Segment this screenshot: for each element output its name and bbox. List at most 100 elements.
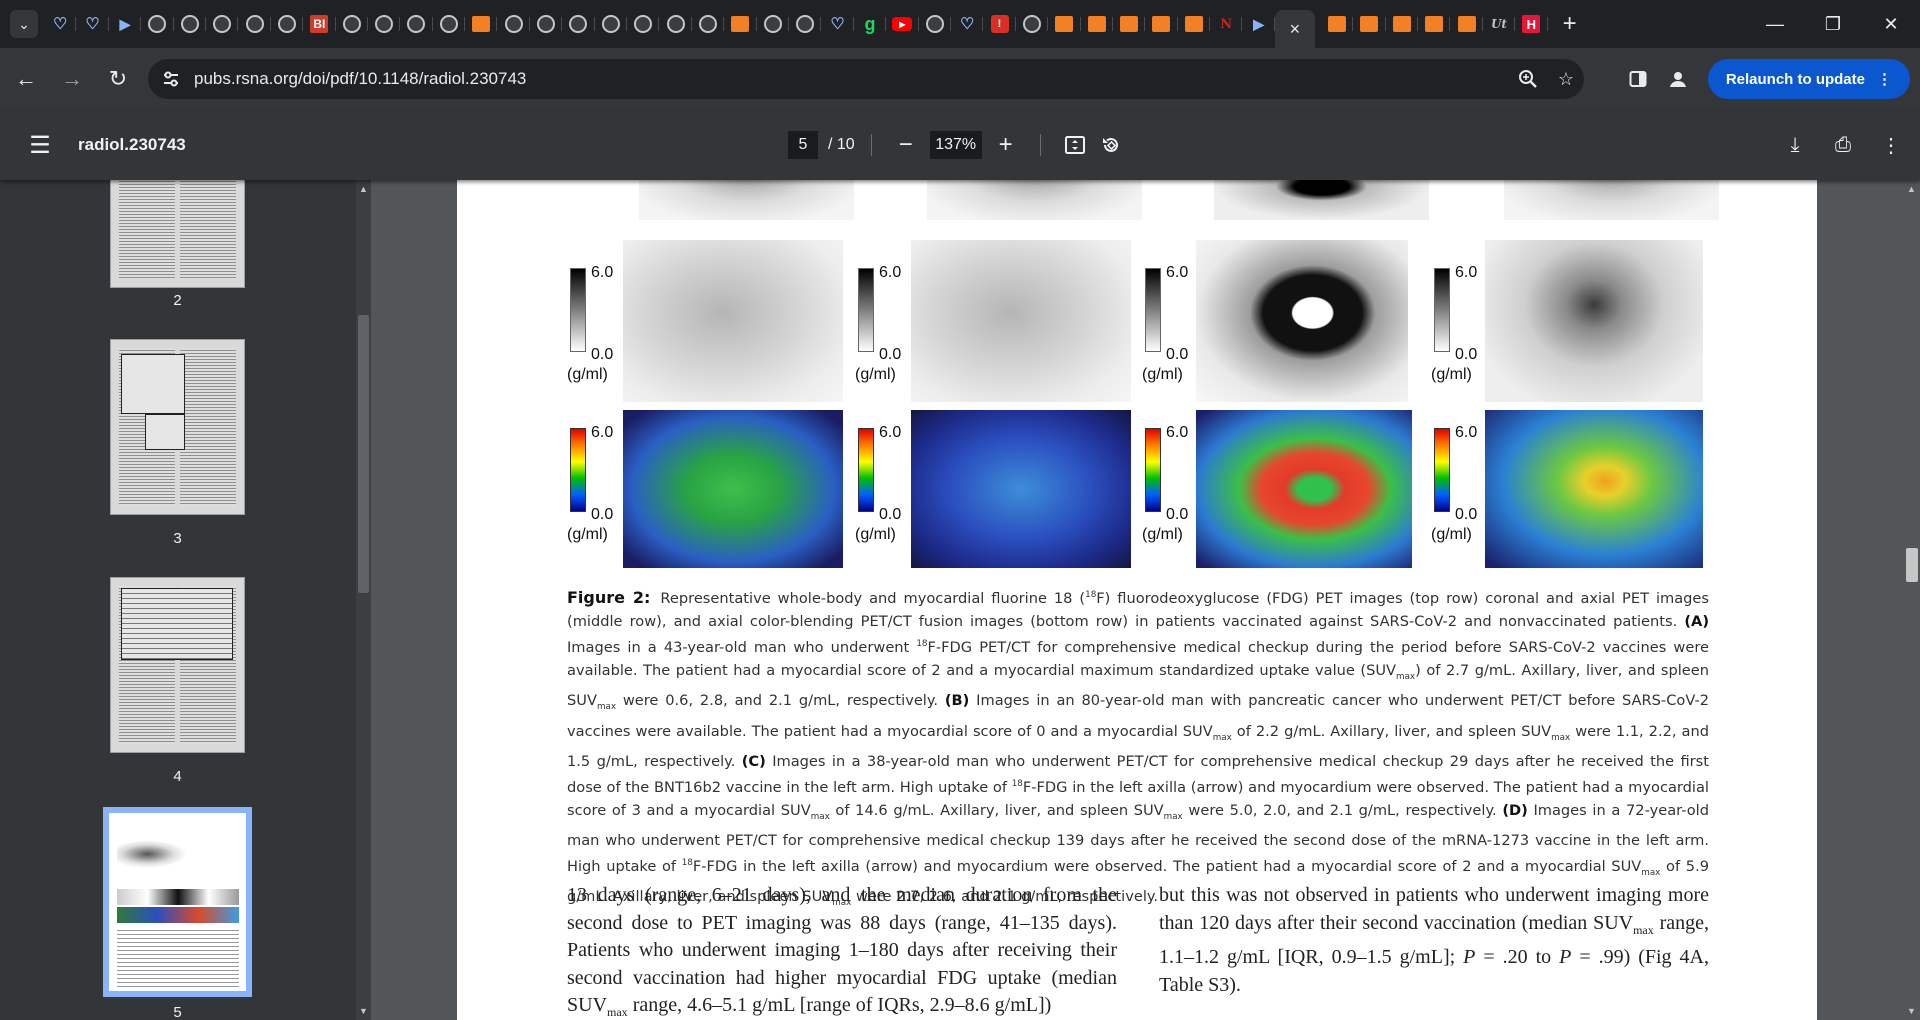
tab-7[interactable] — [271, 7, 304, 41]
page-number-input[interactable]: 5 — [788, 131, 818, 159]
url-text[interactable]: pubs.rsna.org/doi/pdf/10.1148/radiol.230… — [194, 69, 526, 89]
tab-right-1[interactable] — [1353, 7, 1387, 41]
fit-page-icon — [1064, 136, 1085, 154]
zoom-input[interactable]: 137% — [929, 131, 982, 159]
orange-favicon-icon — [1457, 16, 1476, 32]
tab-11[interactable] — [400, 7, 434, 41]
tab-23[interactable] — [789, 7, 822, 41]
thumbnail-page-4[interactable] — [110, 577, 245, 753]
caption-fragment: max — [810, 811, 830, 822]
sidebar-scrollbar[interactable]: ▲ ▼ — [356, 180, 371, 1020]
thumbnail-page-3[interactable] — [110, 339, 245, 515]
document-scroll-thumb[interactable] — [1906, 548, 1918, 582]
tab-26[interactable]: ▶ — [886, 7, 919, 41]
tab-24[interactable]: ♡ — [821, 7, 855, 41]
caption-fragment: max — [1212, 732, 1232, 743]
tab-3[interactable] — [141, 7, 174, 41]
tab-12[interactable] — [433, 7, 466, 41]
new-tab-button[interactable]: + — [1552, 6, 1588, 42]
scroll-up-arrow-icon[interactable]: ▲ — [356, 184, 371, 194]
tab-right-4[interactable] — [1450, 7, 1484, 41]
body-right-fragment: P — [1463, 946, 1476, 969]
profile-button[interactable] — [1658, 59, 1698, 99]
globe-favicon-icon — [601, 15, 620, 33]
rotate-button[interactable] — [1093, 127, 1129, 163]
nyt-favicon-icon: N — [1220, 16, 1233, 32]
tab-search-button[interactable]: ⌄ — [10, 10, 38, 38]
relaunch-button[interactable]: Relaunch to update ⋮ — [1707, 59, 1910, 99]
tab-17[interactable] — [595, 7, 628, 41]
pdf-title: radiol.230743 — [78, 135, 186, 154]
tab-31[interactable] — [1048, 7, 1081, 41]
reload-button[interactable]: ↻ — [98, 59, 138, 99]
tab-37[interactable]: ▶ — [1242, 7, 1276, 41]
tab-20[interactable] — [692, 7, 725, 41]
tab-strip: ⌄ ♡ ♡ ▶ BI ♡ g ▶ ♡! N ▶ × Ut H + — ❐ ✕ — [0, 0, 1920, 48]
tab-19[interactable] — [659, 7, 693, 41]
active-tab[interactable]: × — [1274, 10, 1315, 48]
side-panel-button[interactable] — [1618, 59, 1658, 99]
tab-35[interactable] — [1178, 7, 1211, 41]
zoom-in-button[interactable]: + — [988, 127, 1024, 163]
tab-4[interactable] — [174, 7, 207, 41]
minimize-button[interactable]: — — [1746, 0, 1804, 48]
tab-5[interactable] — [206, 7, 239, 41]
tab-8[interactable]: BI — [303, 7, 336, 41]
tab-34[interactable] — [1145, 7, 1179, 41]
tab-14[interactable] — [497, 7, 531, 41]
tab-18[interactable] — [627, 7, 660, 41]
tab-6[interactable] — [238, 7, 272, 41]
tab-right-0[interactable] — [1321, 7, 1354, 41]
tab-22[interactable] — [757, 7, 790, 41]
tab-1[interactable]: ♡ — [76, 7, 110, 41]
pdf-menu-button[interactable]: ☰ — [20, 125, 60, 165]
thumbnail-page-5[interactable] — [103, 807, 252, 997]
back-button[interactable]: ← — [6, 59, 46, 99]
scroll-up-arrow-icon[interactable]: ▲ — [1903, 184, 1920, 194]
tab-25[interactable]: g — [854, 7, 887, 41]
tab-right-2[interactable] — [1386, 7, 1419, 41]
caption-fragment: F-FDG in the left axilla (arrow) and myo… — [692, 858, 1642, 876]
tab-33[interactable] — [1113, 7, 1146, 41]
maximize-button[interactable]: ❐ — [1804, 0, 1862, 48]
tab-right-6[interactable]: H — [1515, 7, 1548, 41]
tab-13[interactable] — [465, 7, 498, 41]
tab-21[interactable] — [724, 7, 757, 41]
scroll-down-arrow-icon[interactable]: ▼ — [1903, 1006, 1920, 1016]
tab-30[interactable] — [1016, 7, 1049, 41]
shield-favicon-icon: ♡ — [830, 16, 845, 33]
tab-32[interactable] — [1081, 7, 1114, 41]
fit-page-button[interactable] — [1057, 127, 1093, 163]
tab-9[interactable] — [336, 7, 369, 41]
zoom-icon[interactable] — [1518, 69, 1538, 89]
tab-15[interactable] — [530, 7, 563, 41]
thumbnail-page-2[interactable] — [110, 180, 245, 288]
tab-16[interactable] — [562, 7, 596, 41]
document-scrollbar[interactable]: ▲ ▼ — [1903, 180, 1920, 1020]
forward-button[interactable]: → — [52, 59, 92, 99]
address-bar[interactable]: pubs.rsna.org/doi/pdf/10.1148/radiol.230… — [148, 59, 1584, 99]
scroll-down-arrow-icon[interactable]: ▼ — [356, 1006, 371, 1016]
more-vert-icon[interactable]: ⋮ — [1876, 133, 1906, 158]
download-icon[interactable]: ⤓ — [1780, 134, 1810, 157]
zoom-out-button[interactable]: − — [888, 127, 924, 163]
tab-10[interactable] — [368, 7, 401, 41]
bookmark-star-icon[interactable]: ☆ — [1558, 69, 1574, 90]
sidebar-scroll-thumb[interactable] — [358, 315, 369, 593]
whole-body-image-a — [639, 180, 854, 220]
print-icon[interactable]: ⎙ — [1828, 134, 1858, 157]
tab-right-3[interactable] — [1418, 7, 1451, 41]
divider — [870, 134, 872, 156]
close-icon[interactable]: × — [1290, 19, 1301, 40]
tab-2[interactable]: ▶ — [109, 7, 142, 41]
bi-favicon-icon: BI — [310, 15, 329, 33]
site-info-button[interactable] — [156, 64, 186, 94]
thumbnail-label: 4 — [173, 768, 182, 785]
tab-right-5[interactable]: Ut — [1483, 7, 1516, 41]
tab-28[interactable]: ♡ — [951, 7, 984, 41]
tab-27[interactable] — [919, 7, 952, 41]
close-window-button[interactable]: ✕ — [1862, 0, 1920, 48]
tab-36[interactable]: N — [1210, 7, 1243, 41]
tab-29[interactable]: ! — [983, 7, 1017, 41]
tab-0[interactable]: ♡ — [44, 7, 77, 41]
